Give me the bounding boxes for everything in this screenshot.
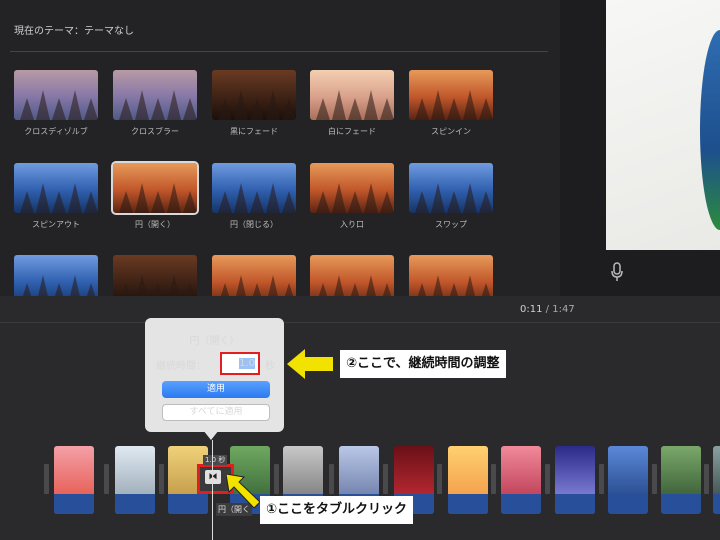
transition-slot[interactable] <box>329 464 334 494</box>
annotation-step2: ②ここで、継続時間の調整 <box>340 350 506 378</box>
arrow-left-icon <box>287 349 305 379</box>
microphone-icon[interactable] <box>610 262 624 282</box>
transition-slot[interactable] <box>274 464 279 494</box>
transition-tile-label: 黒にフェード <box>230 127 278 136</box>
transition-tile-label: スワップ <box>435 220 467 229</box>
arrow-diagonal-icon <box>226 474 260 508</box>
transition-tile[interactable] <box>310 163 394 213</box>
transition-tile[interactable] <box>111 161 199 215</box>
time-separator: / <box>545 304 550 315</box>
transition-tile[interactable] <box>409 70 493 120</box>
current-theme-label: 現在のテーマ：テーマなし <box>14 26 134 37</box>
clip-audio-bar <box>168 494 208 514</box>
clip-audio-bar <box>115 494 155 514</box>
clip-audio-bar <box>713 494 720 514</box>
clip-audio-bar <box>608 494 648 514</box>
video-clip[interactable] <box>555 446 595 514</box>
transition-tile[interactable] <box>14 163 98 213</box>
apply-all-button[interactable]: すべてに適用 <box>162 404 270 421</box>
transition-slot[interactable] <box>599 464 604 494</box>
transition-slot[interactable] <box>383 464 388 494</box>
transition-tile[interactable] <box>409 163 493 213</box>
video-clip[interactable] <box>713 446 720 514</box>
popover-title: 円（開く） <box>189 336 240 347</box>
playhead[interactable] <box>212 440 213 540</box>
current-time: 0:11 <box>520 304 543 315</box>
transition-tile[interactable] <box>113 70 197 120</box>
clip-audio-bar <box>54 494 94 514</box>
annotation-arrow-2 <box>303 357 333 371</box>
transition-tile[interactable] <box>310 70 394 120</box>
transition-icon[interactable]: ⧓ <box>205 470 221 484</box>
duration-label: 継続時間： <box>156 361 206 372</box>
transition-tile[interactable] <box>212 70 296 120</box>
video-clip[interactable] <box>54 446 94 514</box>
transition-slot[interactable] <box>437 464 442 494</box>
total-time: 1:47 <box>552 304 575 315</box>
video-clip[interactable] <box>115 446 155 514</box>
transition-tile-label: スピンイン <box>431 127 471 136</box>
annotation-step1: ①ここをタブルクリック <box>260 496 414 524</box>
transition-slot[interactable] <box>704 464 709 494</box>
video-clip[interactable] <box>608 446 648 514</box>
clip-audio-bar <box>661 494 701 514</box>
transition-tile-label: 円（開く） <box>135 220 175 229</box>
transition-tile[interactable] <box>14 70 98 120</box>
duration-unit: 秒 <box>265 361 275 372</box>
browser-divider <box>10 51 548 52</box>
video-clip[interactable] <box>661 446 701 514</box>
transition-tile-label: 入り口 <box>340 220 364 229</box>
duration-input[interactable]: 1.0 <box>220 352 260 375</box>
apply-button[interactable]: 適用 <box>162 381 270 398</box>
transition-tile-label: クロスディゾルブ <box>24 127 88 136</box>
transition-tile-label: クロスブラー <box>131 127 179 136</box>
duration-value: 1.0 <box>239 358 255 369</box>
transition-browser <box>0 0 560 296</box>
transition-slot[interactable] <box>652 464 657 494</box>
transition-slot[interactable] <box>545 464 550 494</box>
clip-audio-bar <box>501 494 541 514</box>
transition-slot[interactable] <box>104 464 109 494</box>
transition-slot[interactable] <box>491 464 496 494</box>
transition-tile-label: スピンアウト <box>32 220 80 229</box>
clip-audio-bar <box>555 494 595 514</box>
transition-tile[interactable] <box>212 163 296 213</box>
time-display: 0:11 / 1:47 <box>520 304 575 315</box>
clip-audio-bar <box>448 494 488 514</box>
transition-slot[interactable] <box>44 464 49 494</box>
video-clip[interactable] <box>448 446 488 514</box>
video-clip[interactable] <box>501 446 541 514</box>
transition-tile-label: 白にフェード <box>328 127 376 136</box>
transition-slot[interactable] <box>159 464 164 494</box>
transition-tile-label: 円（閉じる） <box>230 220 278 229</box>
timeline-divider <box>0 322 720 323</box>
transition-duration-badge: 1.0 秒 <box>203 455 228 465</box>
popover-arrow <box>203 430 219 440</box>
